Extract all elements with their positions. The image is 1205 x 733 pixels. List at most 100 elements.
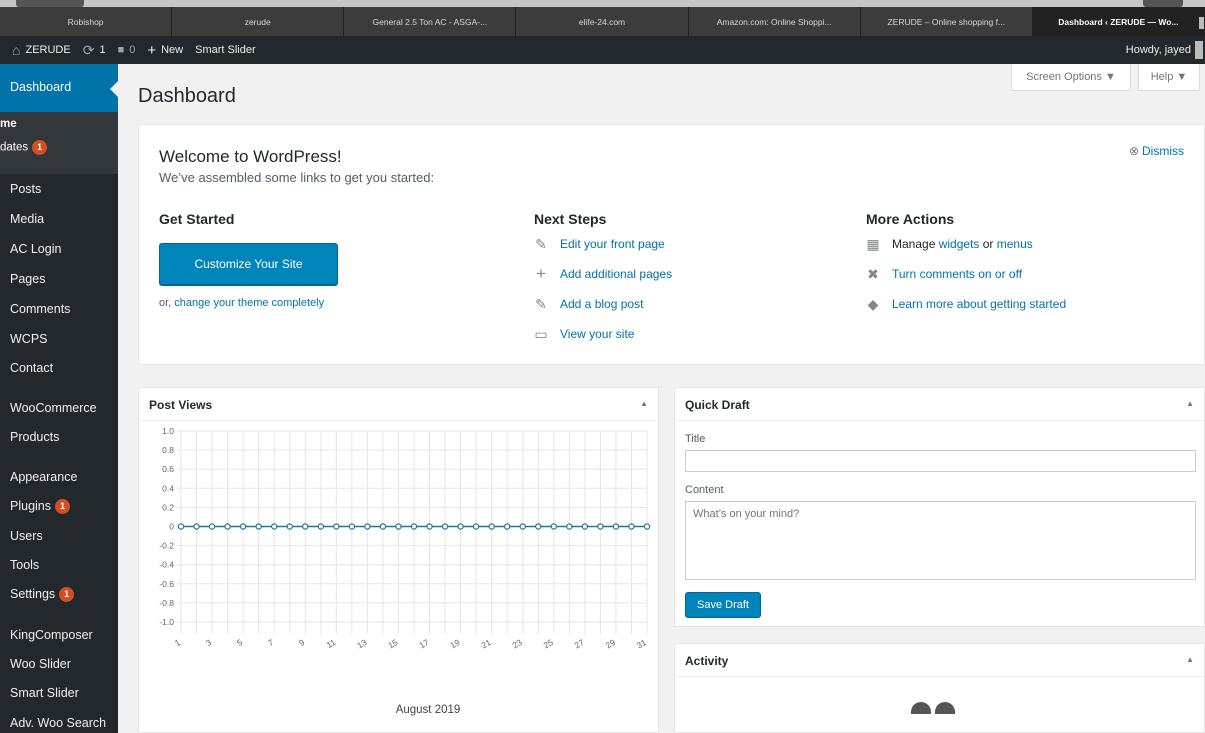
x-tick-label: 7 [266,637,275,648]
view-site-link[interactable]: ▭ View your site [534,325,635,342]
x-tick-label: 3 [204,637,213,648]
sidebar-item-label: Media [10,212,45,226]
sidebar-item-dashboard[interactable]: Dashboard [0,64,118,112]
sidebar-item-comments[interactable]: Comments [10,302,70,316]
sidebar-item-woo-slider[interactable]: Woo Slider [10,657,71,671]
sidebar-item-label: Settings [10,587,56,601]
browser-tab[interactable]: Amazon.com: Online Shoppi... [688,7,861,36]
scrollbar[interactable] [1198,17,1204,29]
widget-title: Activity [685,654,729,668]
browser-tab-label: ZERUDE – Online shopping f... [887,16,1006,27]
site-name: ZERUDE [25,44,71,56]
screen-options-button[interactable]: Screen Options ▼ [1011,64,1131,91]
widgets-link[interactable]: widgets [939,237,980,251]
submenu-item-updates[interactable]: dates 1 [0,140,48,155]
submenu-item-home[interactable]: me [0,118,17,130]
sidebar-item-label: KingComposer [10,628,93,642]
data-point [348,523,356,530]
draft-content-textarea[interactable] [685,501,1196,580]
current-arrow [110,81,118,97]
x-tick-label: 23 [511,637,524,651]
sidebar-item-contact[interactable]: Contact [10,361,53,375]
sidebar-item-appearance[interactable]: Appearance [10,470,77,484]
data-point [395,523,402,530]
browser-tab[interactable]: General 2.5 Ton AC - ASGA-... [344,7,517,36]
widget-header[interactable]: Quick Draft ▲ [675,388,1204,421]
sidebar-item-kingcomposer[interactable]: KingComposer [10,628,93,642]
sidebar-item-posts[interactable]: Posts [10,182,41,196]
data-point [612,523,620,530]
sidebar-item-label: Comments [10,302,71,316]
learn-more-link[interactable]: ◆ Learn more about getting started [866,296,1067,312]
step-label: View your site [560,327,635,341]
sidebar-item-products[interactable]: Products [10,430,59,444]
add-blog-post-link[interactable]: ✎ Add a blog post [534,296,644,312]
site-name-link[interactable]: ⌂ ZERUDE [0,36,77,64]
data-point [597,523,604,530]
browser-tab-strip: Robishop zerude General 2.5 Ton AC - ASG… [0,0,1205,36]
x-tick-label: 13 [355,637,368,651]
smart-slider-link[interactable]: Smart Slider [189,36,262,64]
sidebar-item-pages[interactable]: Pages [10,272,45,286]
help-label: Help ▼ [1150,71,1188,83]
draft-title-input[interactable] [685,450,1196,472]
view-site-icon: ▭ [534,325,548,342]
sidebar-item-tools[interactable]: Tools [10,558,39,572]
plus-icon: + [147,41,157,59]
sidebar-item-wcps[interactable]: WCPS [10,332,48,346]
sidebar-item-users[interactable]: Users [10,529,43,543]
new-content-link[interactable]: + New [141,36,189,64]
home-icon: ⌂ [12,42,21,58]
browser-tab[interactable]: elife-24.com [516,7,689,36]
sidebar-item-label: Dashboard [10,80,72,94]
step-label: Add a blog post [560,297,644,311]
data-point [535,523,542,530]
sidebar-item-settings[interactable]: Settings 1 [10,587,75,603]
sidebar-item-label: Pages [10,272,46,286]
y-tick-label: -0.8 [159,598,174,608]
sidebar-item-ac-login[interactable]: AC Login [10,242,61,256]
add-pages-link[interactable]: + Add additional pages [534,264,672,283]
customize-site-button[interactable]: Customize Your Site [159,243,338,285]
data-point [457,523,464,530]
sidebar-item-smart-slider[interactable]: Smart Slider [10,686,79,700]
page-title: Dashboard [138,85,236,107]
collapse-toggle-icon[interactable]: ▲ [1186,655,1194,664]
refresh-icon: ⟳ [82,41,95,58]
spinner-dot [911,702,931,714]
change-theme-line: or, change your theme completely [159,297,324,309]
x-tick-label: 11 [325,637,338,650]
comments-link[interactable]: ■ 0 [112,36,142,64]
sidebar-item-adv-woo-search[interactable]: Adv. Woo Search [10,716,106,730]
browser-tab[interactable]: Robishop [0,7,173,36]
sidebar-item-woocommerce[interactable]: WooCommerce [10,401,97,415]
menus-link[interactable]: menus [997,237,1033,251]
collapse-toggle-icon[interactable]: ▲ [1186,399,1194,408]
x-tick-label: 29 [604,637,617,651]
data-point [488,523,495,530]
sidebar-item-plugins[interactable]: Plugins 1 [10,499,70,515]
widget-header[interactable]: Activity ▲ [675,644,1204,677]
step-label: Turn comments on or off [892,267,1023,281]
toggle-comments-link[interactable]: ✖ Turn comments on or off [866,266,1023,282]
edit-front-page-link[interactable]: ✎ Edit your front page [534,236,665,252]
data-point [208,523,216,530]
sidebar-item-label: Posts [10,182,42,196]
my-account[interactable]: Howdy, jayed [1126,36,1205,64]
sidebar-item-label: Users [10,529,43,543]
widget-header[interactable]: Post Views ▲ [139,388,658,421]
x-axis-label: August 2019 [396,704,461,716]
data-point [441,523,449,530]
updates-link[interactable]: ⟳ 1 [77,36,112,64]
browser-tab[interactable]: ZERUDE – Online shopping f... [860,7,1033,36]
dismiss-link[interactable]: ⊗ Dismiss [1129,144,1184,158]
browser-window-grip [16,0,84,7]
collapse-toggle-icon[interactable]: ▲ [640,399,648,408]
screen-options-label: Screen Options ▼ [1026,71,1116,83]
browser-tab[interactable]: zerude [172,7,345,36]
change-theme-link[interactable]: change your theme completely [174,297,324,309]
sidebar-item-media[interactable]: Media [10,212,44,226]
help-button[interactable]: Help ▼ [1138,64,1200,91]
save-draft-button[interactable]: Save Draft [685,592,761,618]
browser-tab-active[interactable]: Dashboard ‹ ZERUDE — Wo... [1032,7,1205,36]
